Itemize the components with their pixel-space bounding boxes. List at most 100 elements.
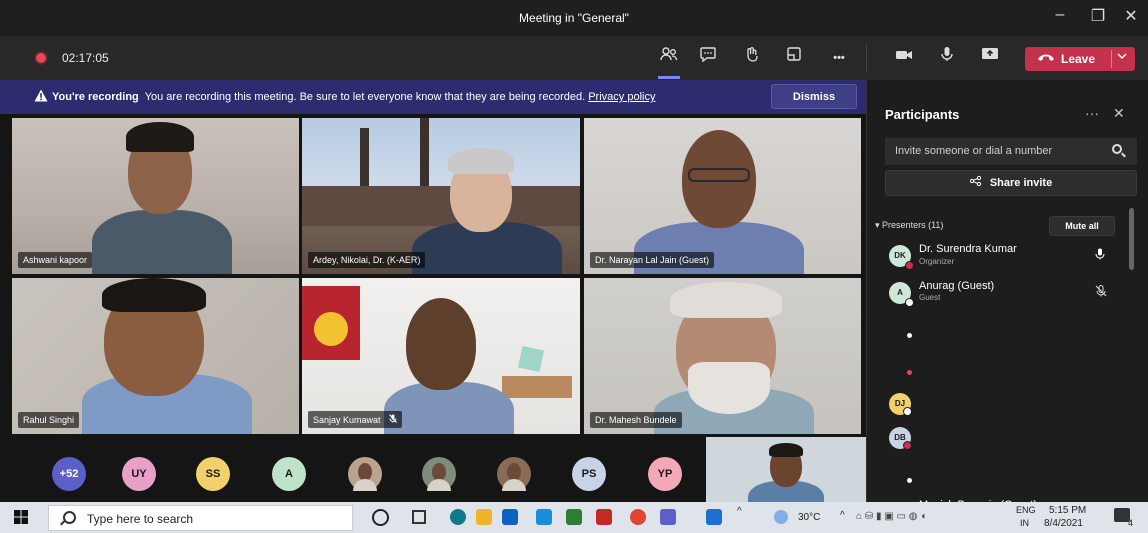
warning-icon xyxy=(34,89,48,105)
chrome-icon[interactable] xyxy=(630,509,646,525)
video-tile[interactable]: Rahul Singhi xyxy=(12,278,299,434)
participant-hair xyxy=(102,278,206,312)
dismiss-button[interactable]: Dismiss xyxy=(771,84,857,109)
taskbar-date[interactable]: 8/4/2021 xyxy=(1044,518,1083,529)
avatar-photo-body xyxy=(502,479,526,491)
loading-indicator xyxy=(907,478,912,483)
photos-icon[interactable] xyxy=(706,509,722,525)
status-badge xyxy=(905,298,914,307)
rooms-icon[interactable] xyxy=(780,46,808,70)
panel-close-button[interactable]: ✕ xyxy=(1113,105,1125,122)
panel-more-button[interactable]: ··· xyxy=(1085,105,1099,121)
show-hidden-icons-icon[interactable]: ^ xyxy=(840,510,845,521)
avatar[interactable] xyxy=(422,457,456,491)
share-screen-icon[interactable] xyxy=(976,46,1004,70)
search-icon[interactable] xyxy=(1112,144,1122,154)
app-l-icon[interactable] xyxy=(566,509,582,525)
wall-decoration xyxy=(517,345,545,373)
maximize-button[interactable]: ❐ xyxy=(1083,6,1113,26)
window-title: Meeting in "General" xyxy=(519,11,629,25)
chevron-down-icon[interactable] xyxy=(1117,51,1127,63)
meeting-timer: 02:17:05 xyxy=(62,51,109,65)
language-region: IN xyxy=(1020,518,1029,528)
video-tile[interactable]: Dr. Narayan Lal Jain (Guest) xyxy=(584,118,861,274)
participants-panel: Participants ··· ✕ Share invite ▾ Presen… xyxy=(866,80,1148,502)
pocket-icon[interactable] xyxy=(596,509,612,525)
windows-start-icon[interactable] xyxy=(14,510,28,529)
tile-name-text: Sanjay Kumawat xyxy=(313,415,381,425)
toolbar-divider xyxy=(866,44,867,72)
avatar[interactable] xyxy=(497,457,531,491)
windows-taskbar: Type here to search ^ 30°C ^ ⌂ ⛁ ▮ ▣ ▭ ◍… xyxy=(0,502,1148,533)
presenters-section-header[interactable]: ▾ Presenters (11) xyxy=(875,220,943,231)
scroll-up-icon[interactable]: ^ xyxy=(737,506,742,517)
panel-scrollbar[interactable] xyxy=(1129,208,1134,270)
tray-icons[interactable]: ⌂ ⛁ ▮ ▣ ▭ ◍ ◖ xyxy=(856,511,926,522)
mute-all-button[interactable]: Mute all xyxy=(1049,216,1115,236)
video-tile[interactable]: Ardey, Nikolai, Dr. (K-AER) xyxy=(302,118,580,274)
microphone-icon[interactable] xyxy=(933,46,961,70)
notification-count: 4 xyxy=(1128,518,1134,528)
video-tile[interactable]: Dr. Mahesh Bundele xyxy=(584,278,861,434)
participants-icon[interactable] xyxy=(655,46,683,70)
file-explorer-icon[interactable] xyxy=(476,509,492,525)
participant-beard xyxy=(688,362,770,414)
self-hair xyxy=(769,443,803,457)
participant-role: Organizer xyxy=(919,257,955,266)
language-indicator[interactable]: ENG xyxy=(1016,505,1036,515)
teams-icon[interactable] xyxy=(660,509,676,525)
phone-hangup-icon xyxy=(1037,51,1055,65)
participant-body xyxy=(384,382,514,434)
camera-icon[interactable] xyxy=(890,46,918,70)
mic-muted-icon[interactable] xyxy=(1095,284,1107,302)
leave-divider xyxy=(1111,50,1112,68)
reactions-icon[interactable] xyxy=(739,46,767,70)
avatar[interactable]: A xyxy=(272,457,306,491)
title-bar: Meeting in "General" – ❐ ✕ xyxy=(0,0,1148,36)
avatar[interactable]: +52 xyxy=(52,457,86,491)
panel-title: Participants xyxy=(885,107,960,122)
collapse-chevron-icon: ▾ xyxy=(875,220,880,230)
avatar[interactable]: YP xyxy=(648,457,682,491)
video-tile[interactable]: Ashwani kapoor xyxy=(12,118,299,274)
minimize-button[interactable]: – xyxy=(1045,6,1075,24)
mail-icon[interactable] xyxy=(502,509,518,525)
avatar[interactable]: PS xyxy=(572,457,606,491)
share-invite-label: Share invite xyxy=(989,177,1053,189)
privacy-policy-link[interactable]: Privacy policy xyxy=(588,91,655,103)
tile-name-label: Ardey, Nikolai, Dr. (K-AER) xyxy=(308,252,426,268)
microphone-icon[interactable] xyxy=(1095,247,1105,265)
taskbar-clock[interactable]: 5:15 PM xyxy=(1049,505,1086,516)
video-tile[interactable]: Sanjay Kumawat xyxy=(302,278,580,434)
avatar[interactable] xyxy=(348,457,382,491)
tile-name-label: Dr. Mahesh Bundele xyxy=(590,412,682,428)
more-actions-button[interactable]: ••• xyxy=(825,46,853,70)
weather-icon[interactable] xyxy=(774,510,788,524)
recording-message: You're recording You are recording this … xyxy=(52,91,655,103)
chat-icon[interactable] xyxy=(694,46,722,70)
taskbar-search-box[interactable]: Type here to search xyxy=(48,505,353,531)
invite-input[interactable] xyxy=(885,138,1137,165)
close-window-button[interactable]: ✕ xyxy=(1116,6,1146,26)
task-view-icon[interactable] xyxy=(412,510,426,524)
tile-name-label: Ashwani kapoor xyxy=(18,252,93,268)
avatar[interactable]: UY xyxy=(122,457,156,491)
leave-button[interactable]: Leave xyxy=(1025,47,1135,71)
participant-name[interactable]: Dr. Surendra Kumar xyxy=(919,243,1017,255)
store-icon[interactable] xyxy=(536,509,552,525)
participant-hair xyxy=(448,148,514,174)
self-view-video[interactable] xyxy=(706,437,866,502)
cortana-icon[interactable] xyxy=(372,509,389,526)
recording-body-text: You are recording this meeting. Be sure … xyxy=(144,91,586,103)
weather-temperature[interactable]: 30°C xyxy=(798,512,820,523)
share-invite-button[interactable]: Share invite xyxy=(885,170,1137,196)
participant-face xyxy=(406,298,476,390)
edge-icon[interactable] xyxy=(450,509,466,525)
avatar[interactable]: SS xyxy=(196,457,230,491)
search-icon xyxy=(63,511,76,524)
presenters-count: Presenters (11) xyxy=(882,220,944,230)
glasses xyxy=(688,168,750,182)
participant-name[interactable]: Anurag (Guest) xyxy=(919,280,994,292)
meeting-toolbar: 02:17:05 ••• Leave xyxy=(0,36,1148,80)
status-badge xyxy=(903,441,912,450)
